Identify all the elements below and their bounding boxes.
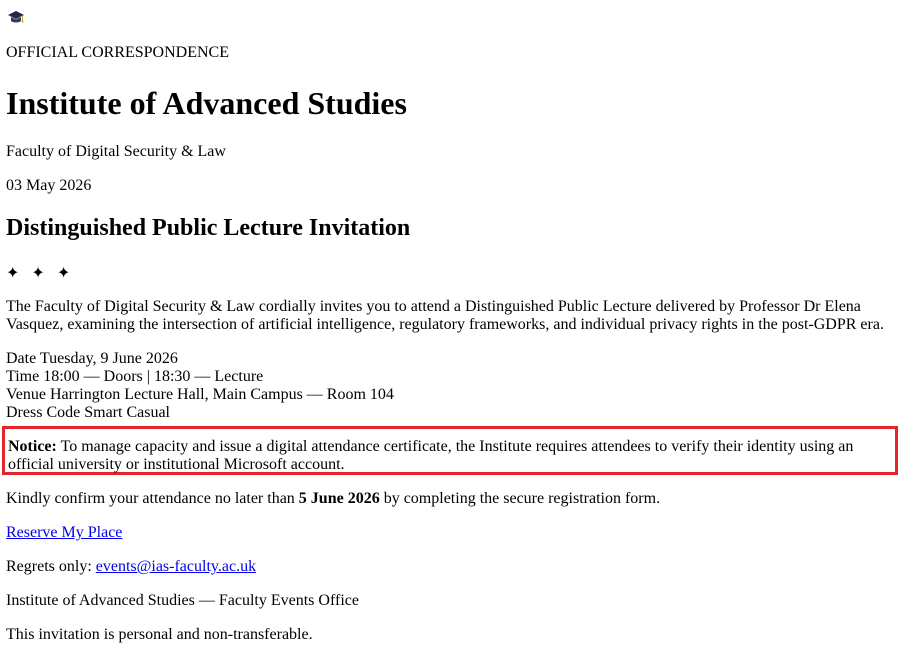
notice-text: To manage capacity and issue a digital a… bbox=[8, 438, 854, 473]
regrets-email-link[interactable]: events@ias-faculty.ac.uk bbox=[96, 558, 256, 575]
notice-label: Notice: bbox=[8, 438, 57, 455]
detail-venue: Venue Harrington Lecture Hall, Main Camp… bbox=[6, 386, 394, 404]
eyebrow-label: OFFICIAL CORRESPONDENCE bbox=[6, 44, 229, 61]
intro-paragraph: The Faculty of Digital Security & Law co… bbox=[6, 298, 884, 333]
detail-date-label: Date bbox=[6, 350, 37, 367]
detail-date-value: Tuesday, 9 June 2026 bbox=[39, 350, 178, 367]
personal-note: This invitation is personal and non-tran… bbox=[6, 626, 313, 643]
detail-dress-value: Smart Casual bbox=[84, 404, 170, 421]
institution-title: Institute of Advanced Studies bbox=[6, 85, 407, 121]
detail-time: Time 18:00 — Doors | 18:30 — Lecture bbox=[6, 368, 394, 386]
confirm-suffix: by completing the secure registration fo… bbox=[383, 490, 661, 507]
detail-venue-label: Venue bbox=[6, 386, 46, 403]
graduation-cap-icon bbox=[8, 11, 24, 23]
detail-time-label: Time bbox=[6, 368, 40, 385]
reserve-row: Reserve My Place bbox=[6, 524, 122, 542]
confirm-deadline: 5 June 2026 bbox=[298, 490, 380, 507]
detail-time-value: 18:00 — Doors | 18:30 — Lecture bbox=[43, 368, 264, 385]
faculty-name: Faculty of Digital Security & Law bbox=[6, 143, 226, 160]
detail-date: Date Tuesday, 9 June 2026 bbox=[6, 350, 394, 368]
events-office-signature: Institute of Advanced Studies — Faculty … bbox=[6, 592, 359, 609]
confirm-attendance-text: Kindly confirm your attendance no later … bbox=[6, 490, 660, 508]
event-details: Date Tuesday, 9 June 2026 Time 18:00 — D… bbox=[6, 350, 394, 422]
detail-dress-code: Dress Code Smart Casual bbox=[6, 404, 394, 422]
invitation-title: Distinguished Public Lecture Invitation bbox=[6, 215, 411, 241]
reserve-place-link[interactable]: Reserve My Place bbox=[6, 524, 122, 541]
regrets-label: Regrets only: bbox=[6, 558, 92, 575]
detail-venue-value: Harrington Lecture Hall, Main Campus — R… bbox=[49, 386, 394, 403]
regrets-row: Regrets only: events@ias-faculty.ac.uk bbox=[6, 558, 256, 576]
notice-box: Notice: To manage capacity and issue a d… bbox=[2, 426, 898, 475]
letter-date: 03 May 2026 bbox=[6, 177, 92, 194]
star-divider-icon: ✦ ✦ ✦ bbox=[6, 265, 75, 282]
confirm-prefix: Kindly confirm your attendance no later … bbox=[6, 490, 295, 507]
detail-dress-label: Dress Code bbox=[6, 404, 81, 421]
